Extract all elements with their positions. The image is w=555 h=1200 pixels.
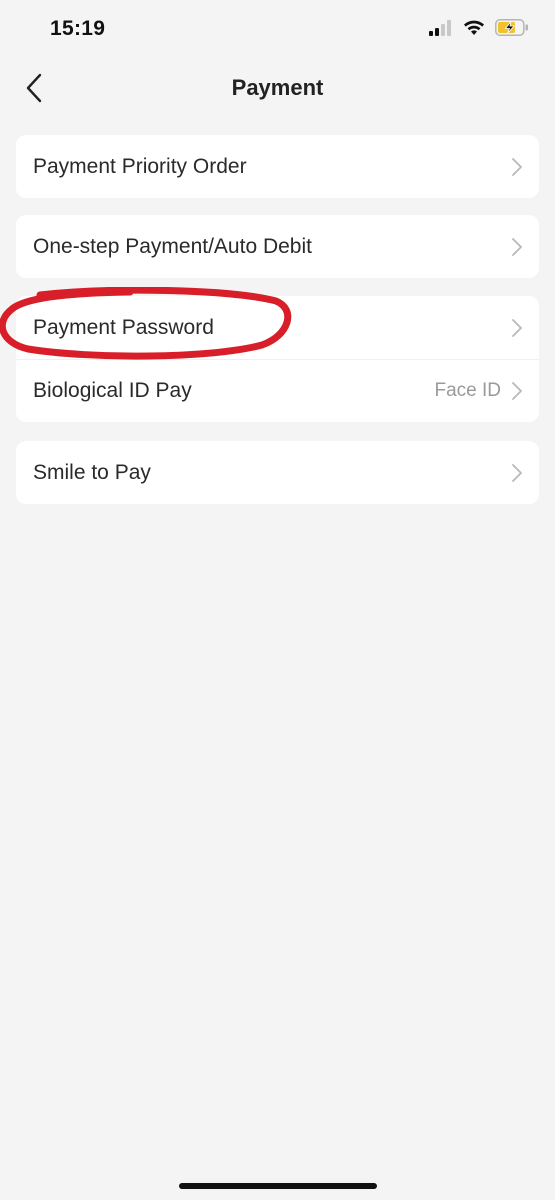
row-label: Biological ID Pay: [33, 379, 192, 402]
battery-charging-icon: [495, 19, 529, 41]
chevron-right-icon: [511, 463, 523, 483]
signal-icon: [429, 19, 453, 41]
biological-id-pay-row[interactable]: Biological ID Pay Face ID: [16, 359, 539, 422]
settings-card-security: Payment Password Biological ID Pay Face …: [16, 296, 539, 422]
row-value: Face ID: [434, 380, 501, 401]
wifi-icon: [463, 20, 485, 41]
row-label: Payment Password: [33, 315, 214, 339]
page-title: Payment: [231, 75, 324, 100]
payment-settings-screen: 15:19 Payment Payment Priority Order One…: [0, 0, 555, 1200]
settings-card-smile: Smile to Pay: [16, 441, 539, 504]
payment-password-row[interactable]: Payment Password: [16, 296, 539, 359]
smile-to-pay-row[interactable]: Smile to Pay: [16, 441, 539, 504]
status-bar: 15:19: [0, 0, 555, 60]
chevron-right-icon: [511, 237, 523, 257]
status-time: 15:19: [50, 17, 106, 40]
row-label: Smile to Pay: [33, 460, 151, 484]
settings-card-priority: Payment Priority Order: [16, 135, 539, 198]
row-label: Payment Priority Order: [33, 154, 247, 178]
payment-priority-order-row[interactable]: Payment Priority Order: [16, 135, 539, 198]
chevron-right-icon: [511, 318, 523, 338]
status-icons: [429, 19, 529, 41]
chevron-right-icon: [511, 381, 523, 401]
navigation-bar: Payment: [0, 60, 555, 118]
row-label: One-step Payment/Auto Debit: [33, 234, 312, 258]
settings-card-auto-debit: One-step Payment/Auto Debit: [16, 215, 539, 278]
one-step-payment-row[interactable]: One-step Payment/Auto Debit: [16, 215, 539, 278]
home-indicator[interactable]: [179, 1183, 377, 1189]
chevron-right-icon: [511, 157, 523, 177]
